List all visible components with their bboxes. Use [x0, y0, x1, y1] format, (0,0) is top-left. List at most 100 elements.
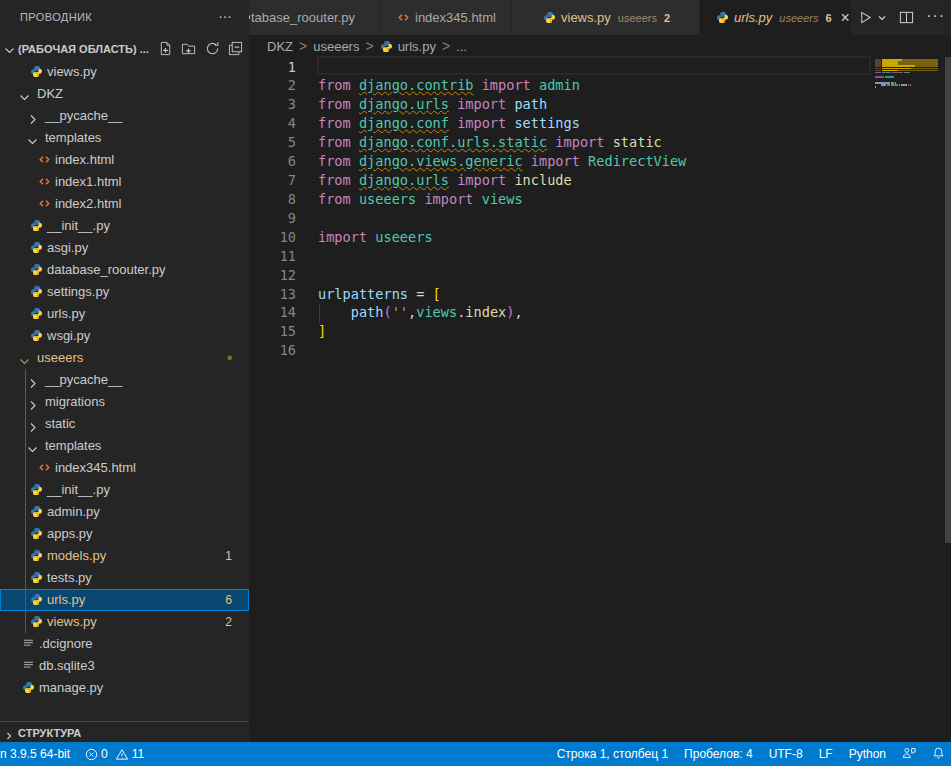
refresh-icon[interactable] [205, 41, 221, 57]
workspace-section-header[interactable]: (РАБОЧАЯ ОБЛАСТЬ) ... [0, 35, 249, 61]
tree-item--dcignore[interactable]: .dcignore [0, 633, 249, 655]
python-file-icon [30, 482, 45, 497]
tree-item-db-sqlite3[interactable]: db.sqlite3 [0, 655, 249, 677]
tree-item-label: database_roouter.py [47, 262, 166, 277]
code-line-2: 2from django.contrib import admin [249, 76, 951, 95]
tree-item-migrations[interactable]: migrations [0, 391, 249, 413]
indentation-status[interactable]: Пробелов: 4 [684, 747, 753, 761]
new-folder-icon[interactable] [181, 41, 197, 57]
error-icon [85, 748, 98, 761]
collapse-all-icon[interactable] [228, 41, 244, 57]
chevron-right-icon [27, 375, 37, 385]
code-line-5: 5from django.conf.urls.static import sta… [249, 133, 951, 152]
line-number: 15 [249, 322, 296, 341]
tree-item-manage-py[interactable]: manage.py [0, 677, 249, 699]
tab-urls-py[interactable]: urls.py useeers 6 × [700, 0, 852, 35]
python-file-icon [30, 548, 45, 563]
python-file-icon [30, 592, 45, 607]
tab-label: views.py [561, 10, 611, 25]
breadcrumb-separator: > [299, 38, 307, 54]
tab-problems-badge: 6 [825, 12, 831, 24]
tree-item--pycache-[interactable]: __pycache__ [0, 369, 249, 391]
tab-label: urls.py [734, 10, 772, 25]
breadcrumb-item[interactable]: ... [456, 39, 467, 54]
tree-item-database-roouter-py[interactable]: database_roouter.py [0, 259, 249, 281]
tree-item-asgi-py[interactable]: asgi.py [0, 237, 249, 259]
tree-item-templates[interactable]: templates [0, 435, 249, 457]
tree-item-index345-html[interactable]: index345.html [0, 457, 249, 479]
tree-item-label: models.py [47, 548, 106, 563]
language-status[interactable]: Python [849, 747, 886, 761]
outline-section-header[interactable]: СТРУКТУРА [0, 721, 249, 742]
tree-item-models-py[interactable]: models.py1 [0, 545, 249, 567]
new-file-icon[interactable] [158, 41, 174, 57]
tree-item--pycache-[interactable]: __pycache__ [0, 105, 249, 127]
explorer-header: ПРОВОДНИК ··· [0, 0, 249, 35]
python-version-status[interactable]: n 3.9.5 64-bit [0, 747, 70, 761]
explorer-title: ПРОВОДНИК [20, 11, 92, 23]
breadcrumb-item[interactable]: urls.py [380, 39, 436, 54]
error-count: 0 [101, 747, 108, 761]
tree-item-urls-py[interactable]: urls.py [0, 303, 249, 325]
tab-index345-html[interactable]: index345.html [381, 0, 512, 35]
tree-item-static[interactable]: static [0, 413, 249, 435]
tree-item-DKZ[interactable]: DKZ [0, 83, 249, 105]
python-file-icon [30, 526, 45, 541]
encoding-status[interactable]: UTF-8 [769, 747, 803, 761]
minimap[interactable] [875, 57, 945, 257]
bell-icon[interactable] [932, 746, 945, 763]
problems-badge: 6 [225, 593, 232, 607]
code-editor[interactable]: 12from django.contrib import admin3from … [249, 58, 951, 361]
tree-item-views-py[interactable]: views.py2 [0, 611, 249, 633]
tree-item-index2-html[interactable]: index2.html [0, 193, 249, 215]
python-file-icon [249, 11, 251, 27]
python-file-icon [543, 11, 556, 27]
tree-item-index-html[interactable]: index.html [0, 149, 249, 171]
tree-item-urls-py[interactable]: urls.py6 [0, 589, 249, 611]
tab-views-py[interactable]: views.pyuseeers2 [512, 0, 700, 35]
tree-item--init-py[interactable]: __init__.py [0, 215, 249, 237]
close-icon[interactable]: × [841, 10, 850, 26]
python-file-icon [380, 40, 394, 54]
tab-description: useeers [779, 12, 818, 24]
more-actions-icon[interactable]: ··· [926, 7, 945, 25]
breadcrumb-item[interactable]: useeers [313, 39, 359, 54]
tree-item-index1-html[interactable]: index1.html [0, 171, 249, 193]
breadcrumb-item[interactable]: DKZ [267, 39, 293, 54]
file-icon [22, 658, 37, 673]
scrollbar[interactable] [945, 57, 951, 543]
tree-item-useeers[interactable]: useeers● [0, 347, 249, 369]
breadcrumb-label: useeers [313, 39, 359, 54]
html-file-icon [38, 174, 53, 189]
breadcrumb[interactable]: DKZ>useeers>urls.py>... [249, 35, 951, 57]
tree-item-settings-py[interactable]: settings.py [0, 281, 249, 303]
tree-item-views-py[interactable]: views.py [0, 61, 249, 83]
tree-item-apps-py[interactable]: apps.py [0, 523, 249, 545]
chevron-right-icon [27, 111, 37, 121]
problems-status[interactable]: 0 11 [85, 747, 144, 761]
run-python-button[interactable] [858, 10, 887, 25]
tree-item-admin-py[interactable]: admin.py [0, 501, 249, 523]
tree-item-label: __pycache__ [45, 372, 122, 387]
cursor-position-status[interactable]: Строка 1, столбец 1 [557, 747, 668, 761]
line-number: 16 [249, 341, 296, 360]
python-file-icon [22, 680, 37, 695]
tree-item--init-py[interactable]: __init__.py [0, 479, 249, 501]
split-editor-button[interactable] [899, 10, 914, 25]
code-line-12: 12 [249, 266, 951, 285]
tree-item-label: manage.py [39, 680, 103, 695]
tree-item-wsgi-py[interactable]: wsgi.py [0, 325, 249, 347]
explorer-more-actions-icon[interactable]: ··· [218, 7, 232, 24]
tree-item-label: index1.html [55, 174, 121, 189]
code-line-3: 3from django.urls import path [249, 95, 951, 114]
code-line-8: 8from useeers import views [249, 190, 951, 209]
chevron-down-icon [4, 42, 14, 52]
chevron-down-icon [19, 89, 29, 99]
tree-item-templates[interactable]: templates [0, 127, 249, 149]
chevron-down-icon [27, 133, 37, 143]
feedback-icon[interactable] [902, 746, 916, 763]
tab-tabase-roouter-py[interactable]: tabase_roouter.py [249, 0, 381, 35]
eol-status[interactable]: LF [819, 747, 833, 761]
line-number: 2 [249, 76, 296, 95]
tree-item-tests-py[interactable]: tests.py [0, 567, 249, 589]
